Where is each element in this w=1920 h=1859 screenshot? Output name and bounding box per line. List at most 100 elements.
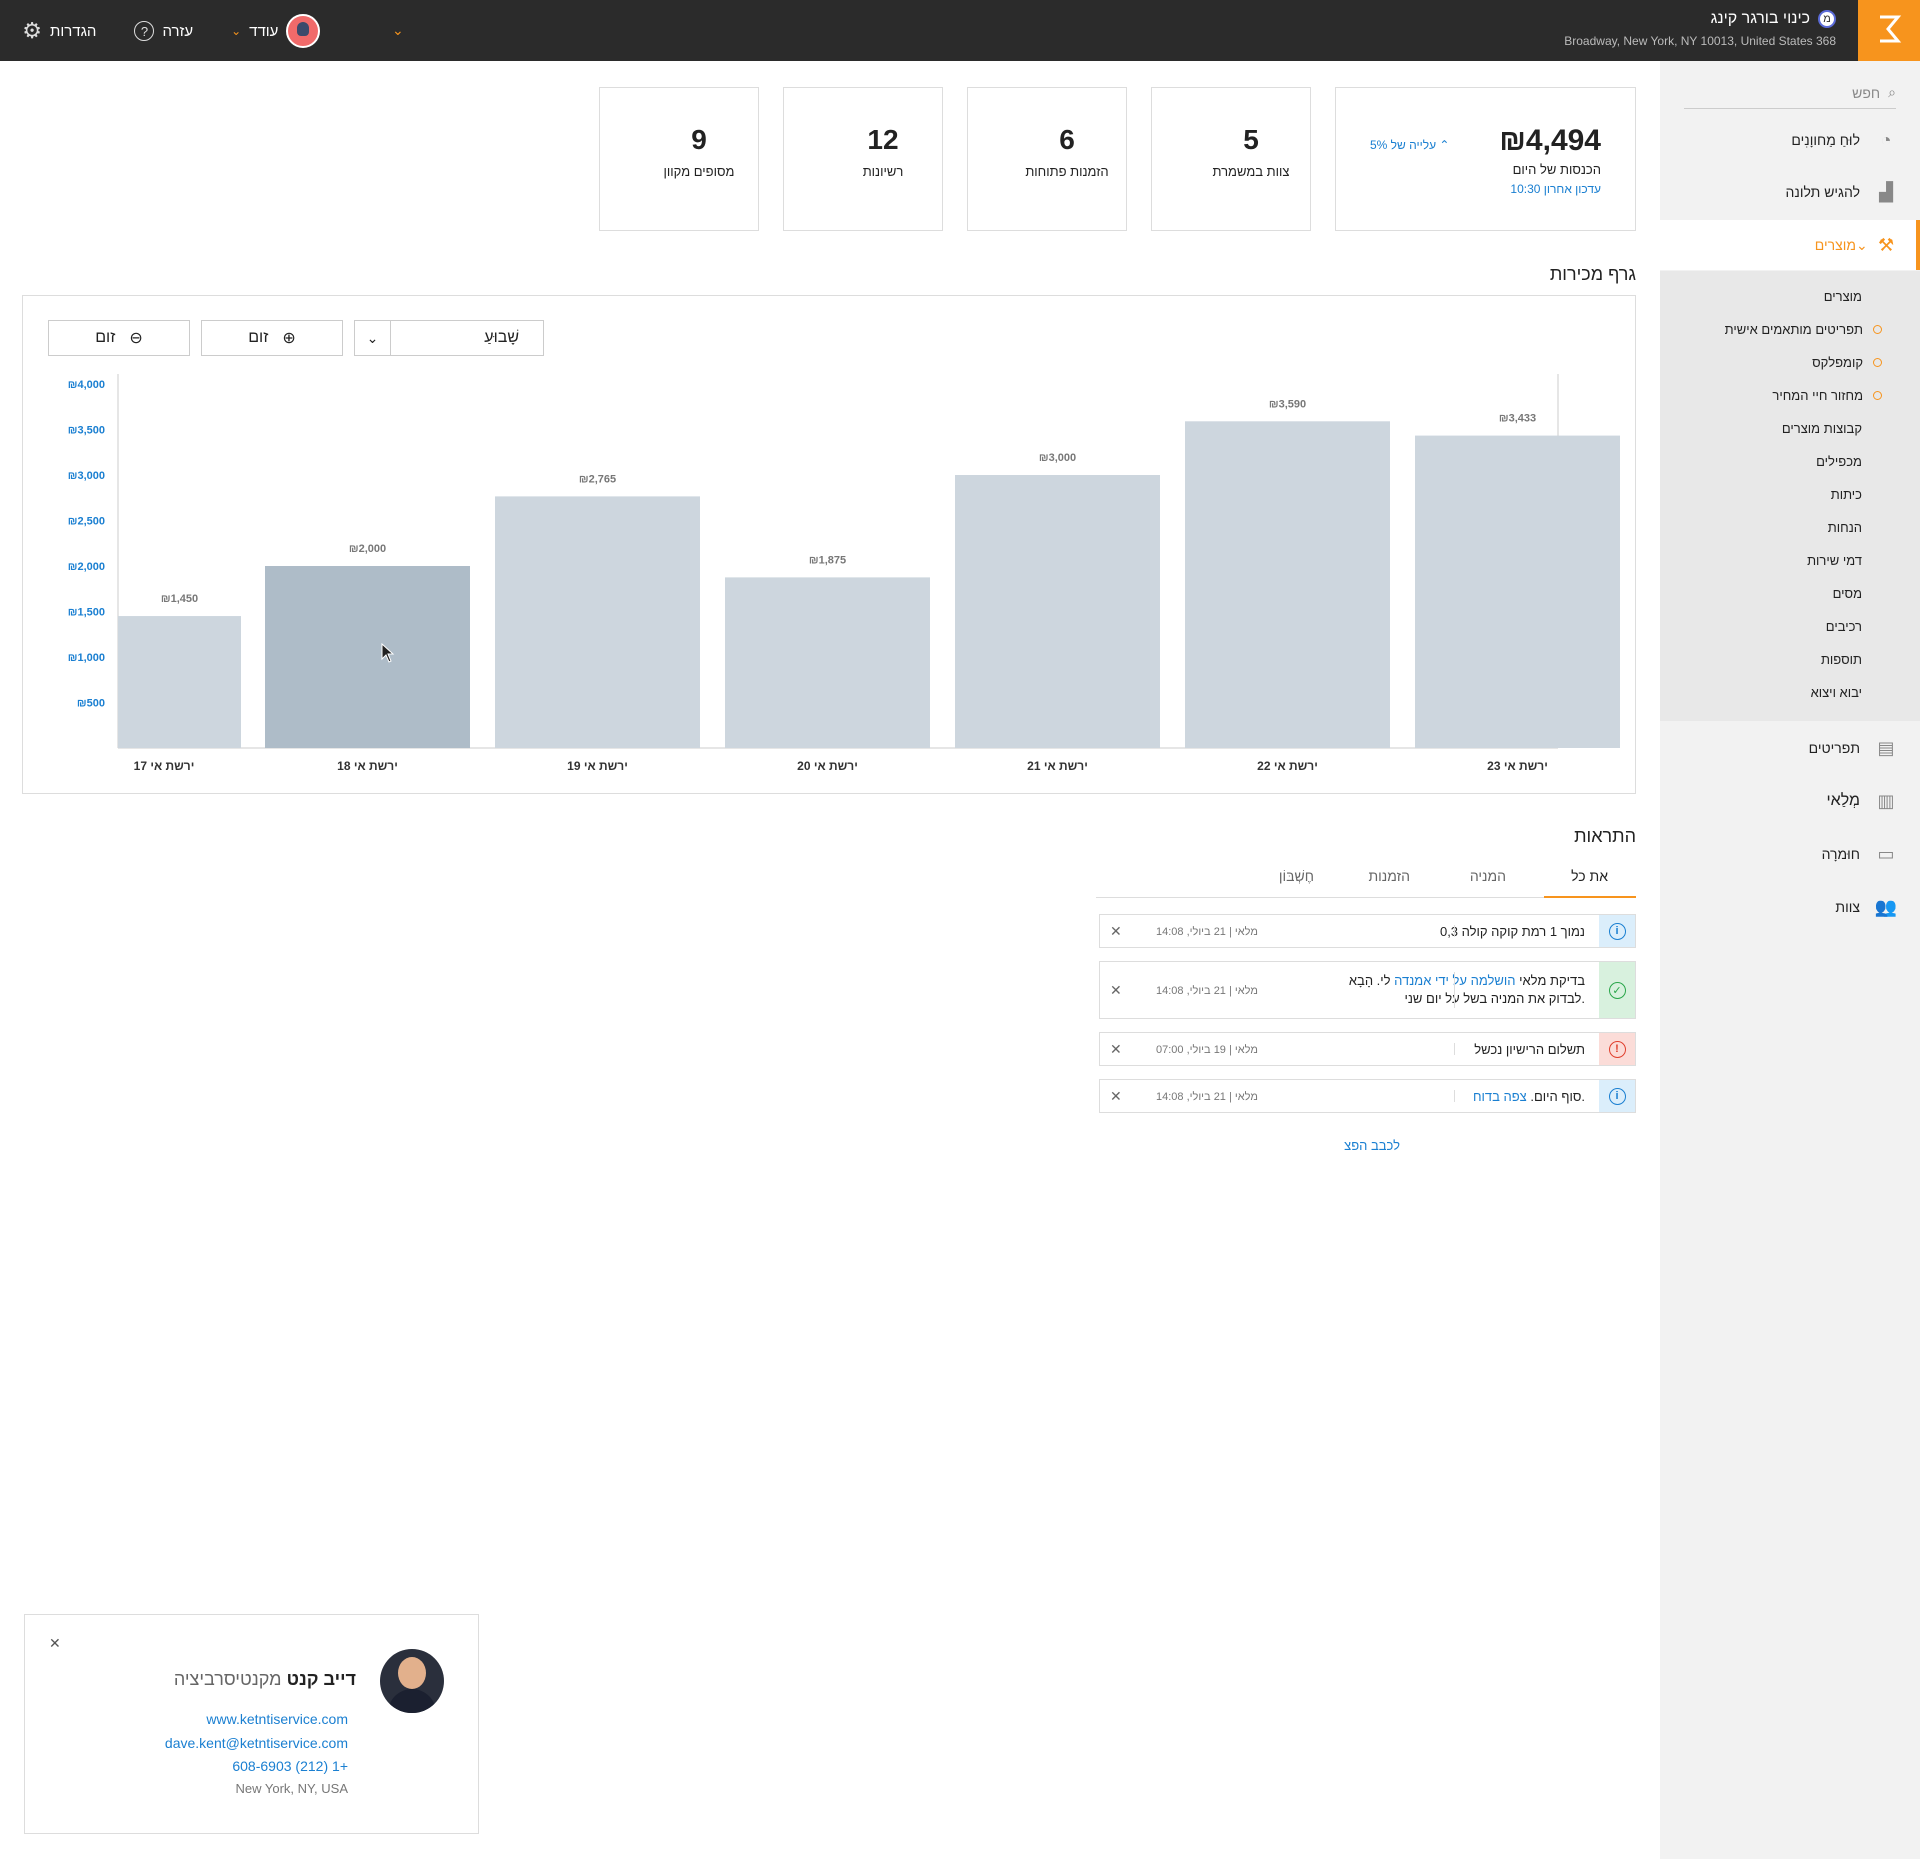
bar-value-label: ₪3,000 (1039, 452, 1076, 464)
store-name: כינוי בורגר קינג (1710, 10, 1810, 27)
notification-link[interactable]: צפה בדוח (1473, 1089, 1527, 1104)
app-logo[interactable] (1858, 0, 1920, 61)
tab-orders[interactable]: הזמנות (1369, 868, 1411, 884)
submenu-item-addons[interactable]: תוספות (1821, 652, 1862, 667)
user-menu[interactable]: עודד ⌄ (231, 14, 321, 48)
x-tick-label: ירשת אי 22 (1257, 759, 1318, 773)
store-address: 368 Broadway, New York, NY 10013, United… (1564, 34, 1836, 48)
sidebar-item-report[interactable]: ▟ להגיש תלונה (1660, 167, 1920, 217)
tab-all[interactable]: את כל (1571, 868, 1608, 884)
kpi-revenue-card: ₪4,494 הכנסות של היום עדכון אחרון 10:30 … (1335, 87, 1636, 231)
kpi-label: רשיונות (862, 164, 904, 179)
close-icon[interactable]: ✕ (1110, 982, 1122, 999)
kpi-terminals-card: 9 מסופים מקוון (599, 87, 759, 231)
sidebar-item-dashboard[interactable]: ◔ לוּחַ מַחווָנִים (1660, 115, 1920, 165)
tab-account[interactable]: חֶשְׁבּוֹן (1279, 868, 1314, 884)
notification-text: נמוך 1 רמת קוקה קולה 0,3 (1439, 924, 1585, 939)
y-tick-label: ₪2,000 (68, 561, 105, 573)
chevron-down-icon: ⌄ (1856, 236, 1868, 253)
chevron-down-icon[interactable]: ⌄ (392, 22, 404, 39)
submenu-item-label: קבוצות מוצרים (1781, 421, 1862, 436)
submenu-item-label: יבוא ויצוא (1810, 685, 1862, 700)
notification-item: ! תשלום הרישיון נכשל מלאי | 19 ביולי, 07… (1099, 1032, 1636, 1066)
sidebar-item-label: חוּמרָה (1821, 846, 1860, 862)
more-notifications-link[interactable]: לכבב הפצ (1344, 1138, 1400, 1153)
kpi-trend: ⌃ עלייה של 5% (1370, 138, 1449, 152)
status-dot-icon (1873, 325, 1882, 334)
settings-button[interactable]: הגדרות ⚙ (22, 20, 96, 42)
close-icon[interactable]: ✕ (49, 1635, 61, 1652)
submenu-item-multipliers[interactable]: מכפילים (1816, 454, 1862, 469)
x-tick-label: ירשת אי 20 (797, 759, 858, 773)
search-placeholder: חפש (1852, 84, 1881, 101)
submenu-item-products[interactable]: מוצרים (1824, 289, 1862, 304)
store-badge: מ (1818, 10, 1836, 28)
submenu-item-complex[interactable]: קומפלקס (1812, 355, 1882, 370)
submenu-item-components[interactable]: רכיבים (1826, 619, 1862, 634)
submenu-item-price-lifecycle[interactable]: מחזור חיי המחיר (1772, 388, 1882, 403)
contact-email-link[interactable]: dave.kent@ketntiservice.com (165, 1735, 348, 1751)
submenu-item-label: דמי שירות (1807, 553, 1862, 568)
kpi-label: צוות במשמרת (1212, 164, 1290, 179)
chart-bar (955, 475, 1160, 748)
store-switcher[interactable]: מ כינוי בורגר קינג 368 Broadway, New Yor… (1564, 10, 1836, 48)
menu-book-icon: ▤ (1877, 737, 1895, 758)
submenu-item-taxes[interactable]: מסים (1833, 586, 1862, 601)
divider (1454, 972, 1455, 1008)
close-icon[interactable]: ✕ (1110, 923, 1122, 940)
bar-value-label: ₪1,450 (161, 593, 198, 605)
sidebar-item-hardware[interactable]: ▭ חוּמרָה (1660, 829, 1920, 879)
chart-icon: ▟ (1879, 181, 1893, 202)
kpi-trend-text: עלייה של 5% (1370, 138, 1437, 152)
sales-chart-panel: שָׁבוּעַ ⌄ ⊕ זום ⊖ זום ₪500 ₪1,000 ₪1,500 ₪… (22, 295, 1636, 794)
sidebar-item-team[interactable]: 👥 צוות (1660, 882, 1920, 932)
y-tick-label: ₪500 (77, 698, 105, 710)
chart-bar (1185, 421, 1390, 748)
sidebar-item-label: לוּחַ מַחווָנִים (1791, 132, 1860, 148)
submenu-item-import-export[interactable]: יבוא ויצוא (1811, 685, 1862, 700)
sidebar-item-label: להגיש תלונה (1785, 184, 1860, 200)
submenu-item-classes[interactable]: כיתות (1831, 487, 1862, 502)
submenu-item-service-fees[interactable]: דמי שירות (1807, 553, 1862, 568)
kpi-value: ₪4,494 (1499, 124, 1601, 157)
submenu-item-product-groups[interactable]: קבוצות מוצרים (1782, 421, 1862, 436)
sidebar-item-label: תפריטים (1808, 740, 1860, 756)
sidebar-item-inventory[interactable]: ▥ מְלַאי (1660, 776, 1920, 826)
status-dot-icon (1873, 391, 1882, 400)
submenu-item-label: הנחות (1827, 520, 1862, 535)
close-icon[interactable]: ✕ (1110, 1041, 1122, 1058)
submenu-item-custom-menus[interactable]: תפריטים מותאמים אישית (1725, 322, 1882, 337)
kpi-value: 6 (1059, 124, 1075, 155)
submenu-item-label: תוספות (1820, 652, 1862, 667)
notification-meta: מלאי | 21 ביולי, 14:08 (1156, 1091, 1258, 1103)
divider (1454, 1043, 1455, 1055)
clipboard-icon: ▥ (1877, 790, 1895, 811)
close-icon[interactable]: ✕ (1110, 1088, 1122, 1105)
alert-icon: ! (1599, 1033, 1635, 1065)
notification-meta: מלאי | 19 ביולי, 07:00 (1156, 1044, 1258, 1056)
contact-phone-link[interactable]: +1 (212) 608-6903 (232, 1758, 348, 1774)
notification-text: תשלום הרישיון נכשל (1474, 1042, 1585, 1057)
search-icon: ⌕ (1888, 84, 1896, 100)
x-tick-label: ירשת אי 18 (337, 759, 398, 773)
contact-name: דייב קנט מקנטיסרביציה (174, 1669, 356, 1690)
submenu-item-label: קומפלקס (1812, 355, 1863, 370)
products-submenu: מוצרים תפריטים מותאמים אישית קומפלקס מחז… (1660, 271, 1920, 721)
tab-stock[interactable]: המניה (1470, 868, 1506, 884)
notification-item: i .סוף היום. צפה בדוח מלאי | 21 ביולי, 1… (1099, 1079, 1636, 1113)
sidebar-item-products[interactable]: ⚒ מוצרים ⌄ (1660, 220, 1920, 270)
kpi-label: הזמנות פתוחות (1025, 164, 1109, 179)
kpi-orders-card: 6 הזמנות פתוחות (967, 87, 1127, 231)
search-input[interactable]: ⌕ חפש (1684, 77, 1896, 109)
team-icon: 👥 (1874, 896, 1898, 917)
help-button[interactable]: עזרה ? (134, 21, 193, 41)
monitor-icon: ▭ (1877, 843, 1895, 864)
chart-bar (265, 566, 470, 748)
submenu-item-discounts[interactable]: הנחות (1828, 520, 1862, 535)
kpi-label: הכנסות של היום (1512, 162, 1601, 177)
sidebar-item-menus[interactable]: ▤ תפריטים (1660, 723, 1920, 773)
chart-bar (118, 616, 241, 748)
contact-website-link[interactable]: www.ketntiservice.com (206, 1711, 348, 1727)
sales-chart-title: גרף מכירות (1549, 264, 1636, 284)
submenu-item-label: כיתות (1830, 487, 1862, 502)
